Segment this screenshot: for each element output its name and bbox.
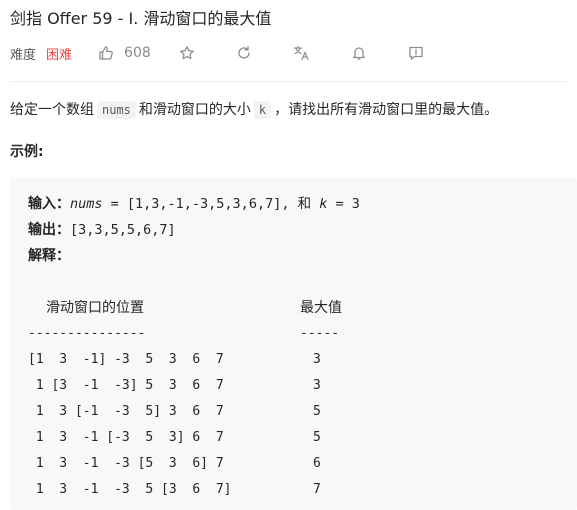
- table-row: 1 3 [-1 -3 5] 3 6 7 5: [28, 399, 342, 425]
- header-max-value: 最大值: [300, 300, 342, 316]
- separator-max: -----: [300, 326, 340, 341]
- code-k: k: [253, 101, 272, 119]
- feedback-button[interactable]: [408, 45, 424, 61]
- refresh-icon: [236, 45, 252, 61]
- example-output-line: 输出：[3,3,5,5,6,7]: [28, 220, 176, 240]
- table-separator-row: --------------- -----: [28, 321, 342, 347]
- table-row: 1 3 -1 -3 [5 3 6] 7 6: [28, 451, 342, 477]
- sliding-window-table: 滑动窗口的位置 最大值 --------------- ----- [1 3 -…: [28, 295, 342, 503]
- problem-title: 剑指 Offer 59 - I. 滑动窗口的最大值: [10, 9, 272, 28]
- translate-button[interactable]: [293, 45, 310, 61]
- row-window: 1 3 -1 -3 [5 3 6] 7: [28, 456, 224, 471]
- table-row: 1 3 -1 -3 5 [3 6 7] 7: [28, 477, 342, 503]
- table-row: 1 [3 -1 -3] 5 3 6 7 3: [28, 373, 342, 399]
- table-header-row: 滑动窗口的位置 最大值: [28, 295, 342, 321]
- header-window-position: 滑动窗口的位置: [46, 300, 144, 316]
- difficulty-badge: 困难: [46, 47, 73, 63]
- desc-text-3: ，请找出所有滑动窗口里的最大值。: [274, 102, 499, 118]
- thumbs-up-icon: [98, 45, 114, 61]
- example-input-line: 输入：nums = [1,3,-1,-3,5,3,6,7], 和 k = 3: [28, 194, 360, 214]
- explain-label: 解释：: [28, 248, 70, 264]
- difficulty-label: 难度: [10, 47, 37, 63]
- desc-text-2: 和滑动窗口的大小: [138, 102, 251, 118]
- table-row: [1 3 -1] -3 5 3 6 7 3: [28, 347, 342, 373]
- output-value: [3,3,5,5,6,7]: [70, 222, 176, 238]
- problem-meta-bar: 难度 困难 608: [10, 42, 424, 64]
- input-var-nums: nums: [70, 196, 103, 212]
- input-value-part2: = 3: [327, 196, 360, 212]
- bell-icon: [351, 45, 367, 61]
- example-explain-line: 解释：: [28, 246, 70, 266]
- desc-text-1: 给定一个数组: [10, 102, 94, 118]
- subscribe-button[interactable]: [351, 45, 367, 61]
- star-icon: [179, 45, 195, 61]
- input-label: 输入：: [28, 196, 70, 212]
- row-window: [1 3 -1] -3 5 3 6 7: [28, 352, 224, 367]
- row-window: 1 [3 -1 -3] 5 3 6 7: [28, 378, 224, 393]
- row-max: 7: [313, 482, 321, 497]
- row-max: 6: [313, 456, 321, 471]
- row-window: 1 3 [-1 -3 5] 3 6 7: [28, 404, 224, 419]
- row-window: 1 3 -1 -3 5 [3 6 7]: [28, 482, 232, 497]
- like-button[interactable]: [98, 45, 114, 61]
- problem-page: 剑指 Offer 59 - I. 滑动窗口的最大值 难度 困难 608 给定一个…: [0, 0, 577, 510]
- example-block: 输入：nums = [1,3,-1,-3,5,3,6,7], 和 k = 3 输…: [10, 178, 577, 510]
- translate-icon: [293, 45, 310, 61]
- row-max: 3: [313, 378, 321, 393]
- output-label: 输出：: [28, 222, 70, 238]
- separator-window: ---------------: [28, 326, 146, 341]
- input-value-part1: = [1,3,-1,-3,5,3,6,7], 和: [102, 196, 320, 212]
- table-row: 1 3 -1 [-3 5 3] 6 7 5: [28, 425, 342, 451]
- problem-description: 给定一个数组 nums 和滑动窗口的大小 k ，请找出所有滑动窗口里的最大值。: [10, 99, 498, 121]
- row-max: 3: [313, 352, 321, 367]
- row-max: 5: [313, 404, 321, 419]
- share-button[interactable]: [236, 45, 252, 61]
- row-max: 5: [313, 430, 321, 445]
- favorite-button[interactable]: [179, 45, 195, 61]
- code-nums: nums: [97, 101, 136, 119]
- header-divider: [10, 81, 567, 82]
- row-window: 1 3 -1 [-3 5 3] 6 7: [28, 430, 224, 445]
- like-count: 608: [124, 45, 151, 61]
- feedback-icon: [408, 45, 424, 61]
- example-heading: 示例:: [10, 144, 44, 160]
